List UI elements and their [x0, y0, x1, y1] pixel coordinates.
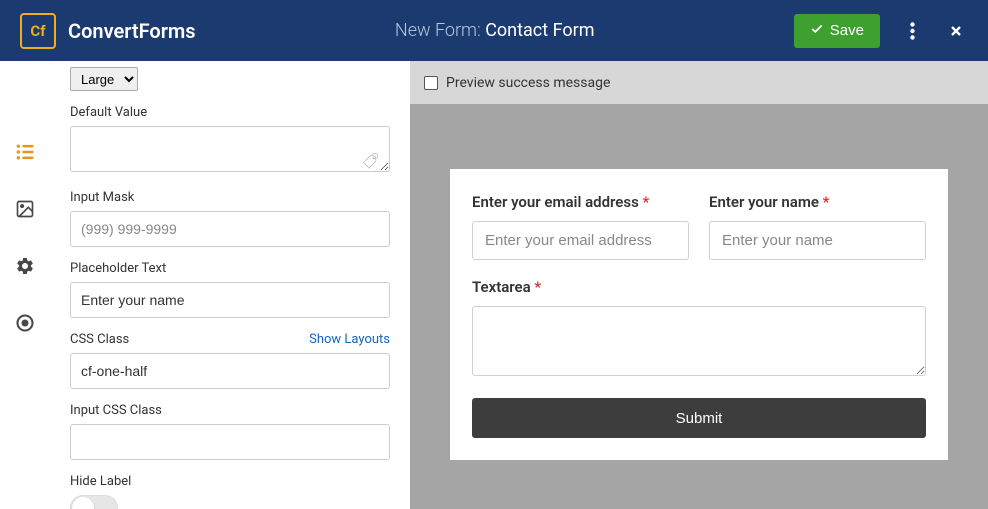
form-card: Enter your email address * Enter your na… [450, 169, 948, 460]
css-class-input[interactable] [70, 353, 390, 389]
show-layouts-link[interactable]: Show Layouts [309, 332, 390, 347]
default-value-input[interactable] [70, 126, 390, 172]
input-css-class-input[interactable] [70, 424, 390, 460]
preview-panel: Preview success message Enter your email… [410, 61, 988, 509]
title-prefix: New Form: [395, 20, 485, 41]
textarea-field-label: Textarea * [472, 278, 926, 296]
name-field[interactable] [709, 221, 926, 260]
page-title: New Form: Contact Form [196, 20, 794, 41]
hide-label-label: Hide Label [70, 474, 390, 489]
preview-area: Enter your email address * Enter your na… [410, 104, 988, 509]
toggle-handle [72, 497, 94, 509]
css-class-label: CSS Class [70, 332, 129, 347]
submit-button[interactable]: Submit [472, 398, 926, 438]
preview-success-checkbox[interactable] [424, 76, 438, 90]
tab-settings[interactable] [14, 255, 36, 277]
email-field-label: Enter your email address * [472, 193, 689, 211]
tab-submissions[interactable] [14, 312, 36, 334]
icon-rail [0, 61, 50, 509]
app-header: Cf ConvertForms New Form: Contact Form S… [0, 0, 988, 61]
preview-toolbar: Preview success message [410, 61, 988, 104]
save-button[interactable]: Save [794, 14, 880, 48]
more-menu-button[interactable] [900, 19, 924, 43]
placeholder-text-label: Placeholder Text [70, 261, 390, 276]
title-name: Contact Form [485, 20, 594, 41]
settings-panel: Large Default Value 🏷 Input Mask Placeho… [50, 61, 410, 509]
input-css-class-label: Input CSS Class [70, 403, 390, 418]
email-field[interactable] [472, 221, 689, 260]
close-button[interactable] [944, 19, 968, 43]
tab-fields[interactable] [14, 141, 36, 163]
input-mask-input[interactable] [70, 211, 390, 247]
check-icon [810, 22, 824, 40]
save-label: Save [830, 22, 864, 39]
textarea-field[interactable] [472, 306, 926, 376]
size-select[interactable]: Large [70, 67, 138, 91]
hide-label-toggle[interactable] [70, 495, 118, 509]
preview-success-label: Preview success message [446, 75, 610, 91]
logo-icon: Cf [20, 13, 56, 49]
name-field-label: Enter your name * [709, 193, 926, 211]
logo-text: ConvertForms [68, 19, 196, 43]
main-area: Large Default Value 🏷 Input Mask Placeho… [0, 61, 988, 509]
input-mask-label: Input Mask [70, 190, 390, 205]
tab-design[interactable] [14, 198, 36, 220]
logo-area: Cf ConvertForms [20, 13, 196, 49]
placeholder-text-input[interactable] [70, 282, 390, 318]
header-actions: Save [794, 14, 968, 48]
default-value-label: Default Value [70, 105, 390, 120]
